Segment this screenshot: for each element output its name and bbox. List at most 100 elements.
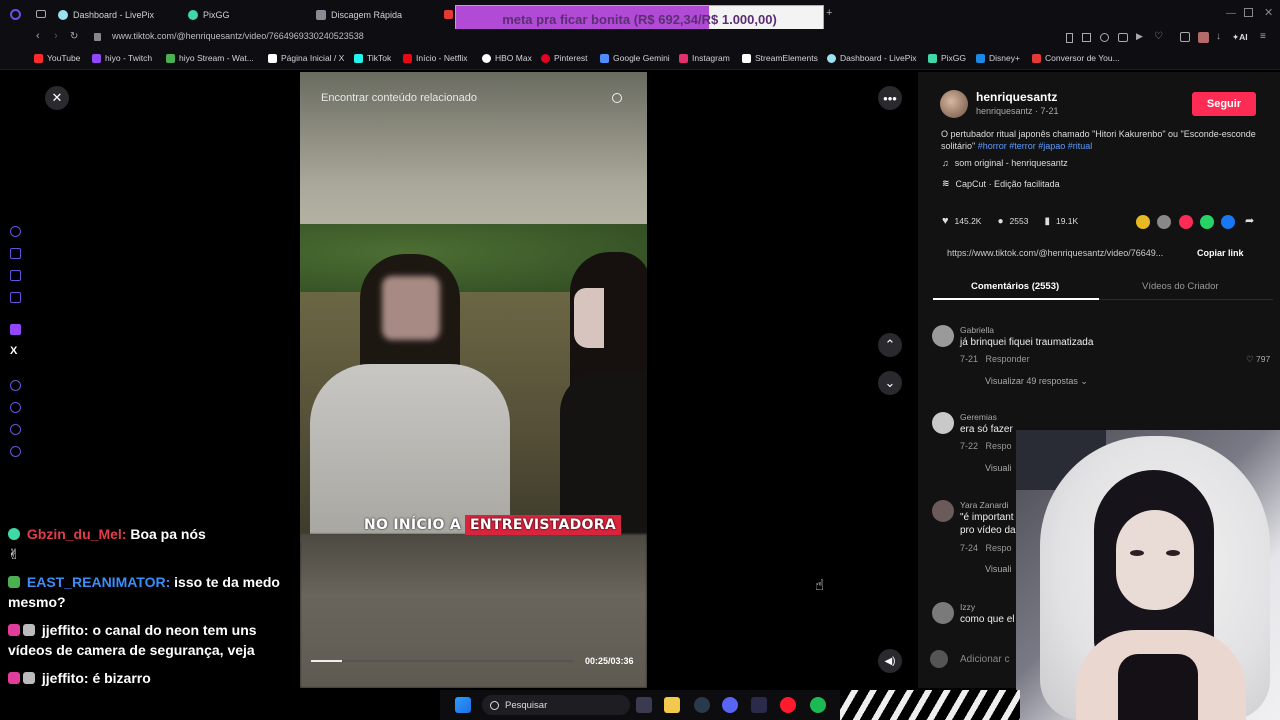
- new-tab-icon[interactable]: +: [826, 7, 832, 19]
- workspaces-icon[interactable]: [36, 10, 46, 18]
- opera-icon[interactable]: [780, 697, 796, 713]
- add-comment-input[interactable]: Adicionar c: [960, 654, 1009, 665]
- view-replies-button[interactable]: Visuali: [985, 463, 1011, 473]
- windows-start-icon[interactable]: [455, 697, 471, 713]
- follow-button[interactable]: Seguir: [1192, 92, 1256, 116]
- download-icon[interactable]: ↓: [1216, 31, 1221, 42]
- share-arrow-icon[interactable]: ➦: [1245, 214, 1254, 227]
- commenter-avatar[interactable]: [932, 602, 954, 624]
- forward-icon[interactable]: ›: [54, 30, 58, 42]
- embed-share-icon[interactable]: [1157, 215, 1171, 229]
- ai-icon[interactable]: ✦AI: [1232, 32, 1248, 43]
- related-search-link[interactable]: Encontrar conteúdo relacionado: [321, 92, 477, 104]
- comment-stat[interactable]: ● 2553: [997, 216, 1028, 227]
- twitch-icon[interactable]: [10, 324, 21, 335]
- music-icon[interactable]: [10, 380, 21, 391]
- reply-button[interactable]: Responder: [986, 354, 1030, 364]
- tab-comments[interactable]: Comentários (2553): [971, 281, 1059, 292]
- send-share-icon[interactable]: [1179, 215, 1193, 229]
- wallet-icon[interactable]: [10, 270, 21, 281]
- commenter-avatar[interactable]: [932, 325, 954, 347]
- bookmark-icon[interactable]: [1066, 33, 1073, 43]
- bookmark-hiyo-twitch[interactable]: hiyo - Twitch: [92, 53, 152, 63]
- commenter-name[interactable]: Izzy: [960, 602, 975, 612]
- volume-button[interactable]: ◀): [878, 649, 902, 673]
- bookmark-gemini[interactable]: Google Gemini: [600, 53, 670, 63]
- file-explorer-icon[interactable]: [664, 697, 680, 713]
- app-icon[interactable]: [751, 697, 767, 713]
- bag-icon[interactable]: [10, 248, 21, 259]
- whatsapp-share-icon[interactable]: [1200, 215, 1214, 229]
- like-stat[interactable]: ♥ 145.2K: [942, 215, 981, 227]
- coin-share-icon[interactable]: [1136, 215, 1150, 229]
- bookmark-x[interactable]: Página Inicial / X: [268, 53, 344, 63]
- copy-link-button[interactable]: Copiar link: [1197, 248, 1244, 258]
- tab-discagem-rapida[interactable]: Discagem Rápida: [316, 6, 402, 24]
- comment-like[interactable]: ♡ 797: [1246, 354, 1270, 365]
- bookmark-dashboard-livepix[interactable]: Dashboard - LivePix: [827, 53, 917, 63]
- history-icon[interactable]: [10, 226, 21, 237]
- commenter-name[interactable]: Yara Zanardi: [960, 500, 1009, 510]
- search-icon[interactable]: [612, 93, 622, 103]
- tab-pixgg[interactable]: PixGG: [188, 6, 230, 24]
- reply-button[interactable]: Respo: [986, 543, 1012, 553]
- profile-icon[interactable]: [1198, 32, 1209, 43]
- extensions-icon[interactable]: [1180, 32, 1190, 42]
- bookmark-instagram[interactable]: Instagram: [679, 53, 730, 63]
- minimize-icon[interactable]: —: [1226, 8, 1236, 19]
- heart-icon[interactable]: ♡: [1154, 31, 1163, 42]
- close-video-button[interactable]: ✕: [45, 86, 69, 110]
- x-icon[interactable]: X: [10, 345, 17, 357]
- tab-dashboard-livepix[interactable]: Dashboard - LivePix: [58, 6, 154, 24]
- taskbar-search[interactable]: Pesquisar: [482, 695, 630, 715]
- next-video-button[interactable]: ⌄: [878, 371, 902, 395]
- video-player[interactable]: NO INÍCIO A ENTREVISTADORA Encontrar con…: [300, 72, 647, 688]
- hashtags[interactable]: #horror #terror #japao #ritual: [978, 141, 1093, 151]
- play-icon[interactable]: ▶: [1136, 31, 1143, 42]
- back-icon[interactable]: ‹: [36, 30, 40, 42]
- close-window-icon[interactable]: ✕: [1264, 6, 1273, 19]
- more-options-button[interactable]: •••: [878, 86, 902, 110]
- shield-icon[interactable]: [1100, 33, 1109, 42]
- bookmark-tiktok[interactable]: TikTok: [354, 53, 391, 63]
- view-replies-button[interactable]: Visualizar 49 respostas ⌄: [985, 376, 1088, 387]
- commenter-avatar[interactable]: [932, 412, 954, 434]
- capcut-row[interactable]: ≋ CapCut · Edição facilitada: [942, 178, 1060, 189]
- snipping-tool-icon[interactable]: [636, 697, 652, 713]
- tab-creator-videos[interactable]: Vídeos do Criador: [1142, 281, 1219, 292]
- commenter-name[interactable]: Gabriella: [960, 325, 994, 335]
- view-replies-button[interactable]: Visuali: [985, 564, 1011, 574]
- bookmark-disney[interactable]: Disney+: [976, 53, 1020, 63]
- facebook-share-icon[interactable]: [1221, 215, 1235, 229]
- url-field[interactable]: www.tiktok.com/@henriquesantz/video/7664…: [112, 31, 364, 41]
- bookmark-conversor[interactable]: Conversor de You...: [1032, 53, 1120, 63]
- bookmark-hbo-max[interactable]: HBO Max: [482, 53, 532, 63]
- camera-icon[interactable]: [1118, 33, 1128, 42]
- bookmark-youtube[interactable]: YouTube: [34, 53, 80, 63]
- bookmark-pixgg[interactable]: PixGG: [928, 53, 966, 63]
- creator-avatar[interactable]: [940, 90, 968, 118]
- menu-icon[interactable]: ≡: [1260, 31, 1266, 42]
- reply-button[interactable]: Respo: [986, 441, 1012, 451]
- maximize-icon[interactable]: [1244, 8, 1253, 17]
- sound-row[interactable]: ♫ som original - henriquesantz: [942, 158, 1068, 168]
- creator-username[interactable]: henriquesantz: [976, 90, 1057, 104]
- bookmark-netflix[interactable]: Início - Netflix: [403, 53, 468, 63]
- clock-icon[interactable]: [10, 402, 21, 413]
- bookmark-pinterest[interactable]: Pinterest: [541, 53, 588, 63]
- video-progress-bar[interactable]: [311, 660, 573, 662]
- discord-icon[interactable]: [722, 697, 738, 713]
- steam-icon[interactable]: [694, 697, 710, 713]
- save-stat[interactable]: ▮ 19.1K: [1044, 216, 1078, 227]
- commenter-avatar[interactable]: [932, 500, 954, 522]
- chat-icon[interactable]: [10, 424, 21, 435]
- settings-icon[interactable]: [10, 446, 21, 457]
- spotify-icon[interactable]: [810, 697, 826, 713]
- bookmark-streamelements[interactable]: StreamElements: [742, 53, 818, 63]
- reload-icon[interactable]: ↻: [70, 31, 78, 42]
- previous-video-button[interactable]: ⌃: [878, 333, 902, 357]
- messenger-icon[interactable]: [10, 292, 21, 303]
- screenshot-icon[interactable]: [1082, 33, 1091, 42]
- tiktok-tab-icon[interactable]: [444, 10, 453, 19]
- bookmark-hiyo-stream[interactable]: hiyo Stream - Wat...: [166, 53, 254, 63]
